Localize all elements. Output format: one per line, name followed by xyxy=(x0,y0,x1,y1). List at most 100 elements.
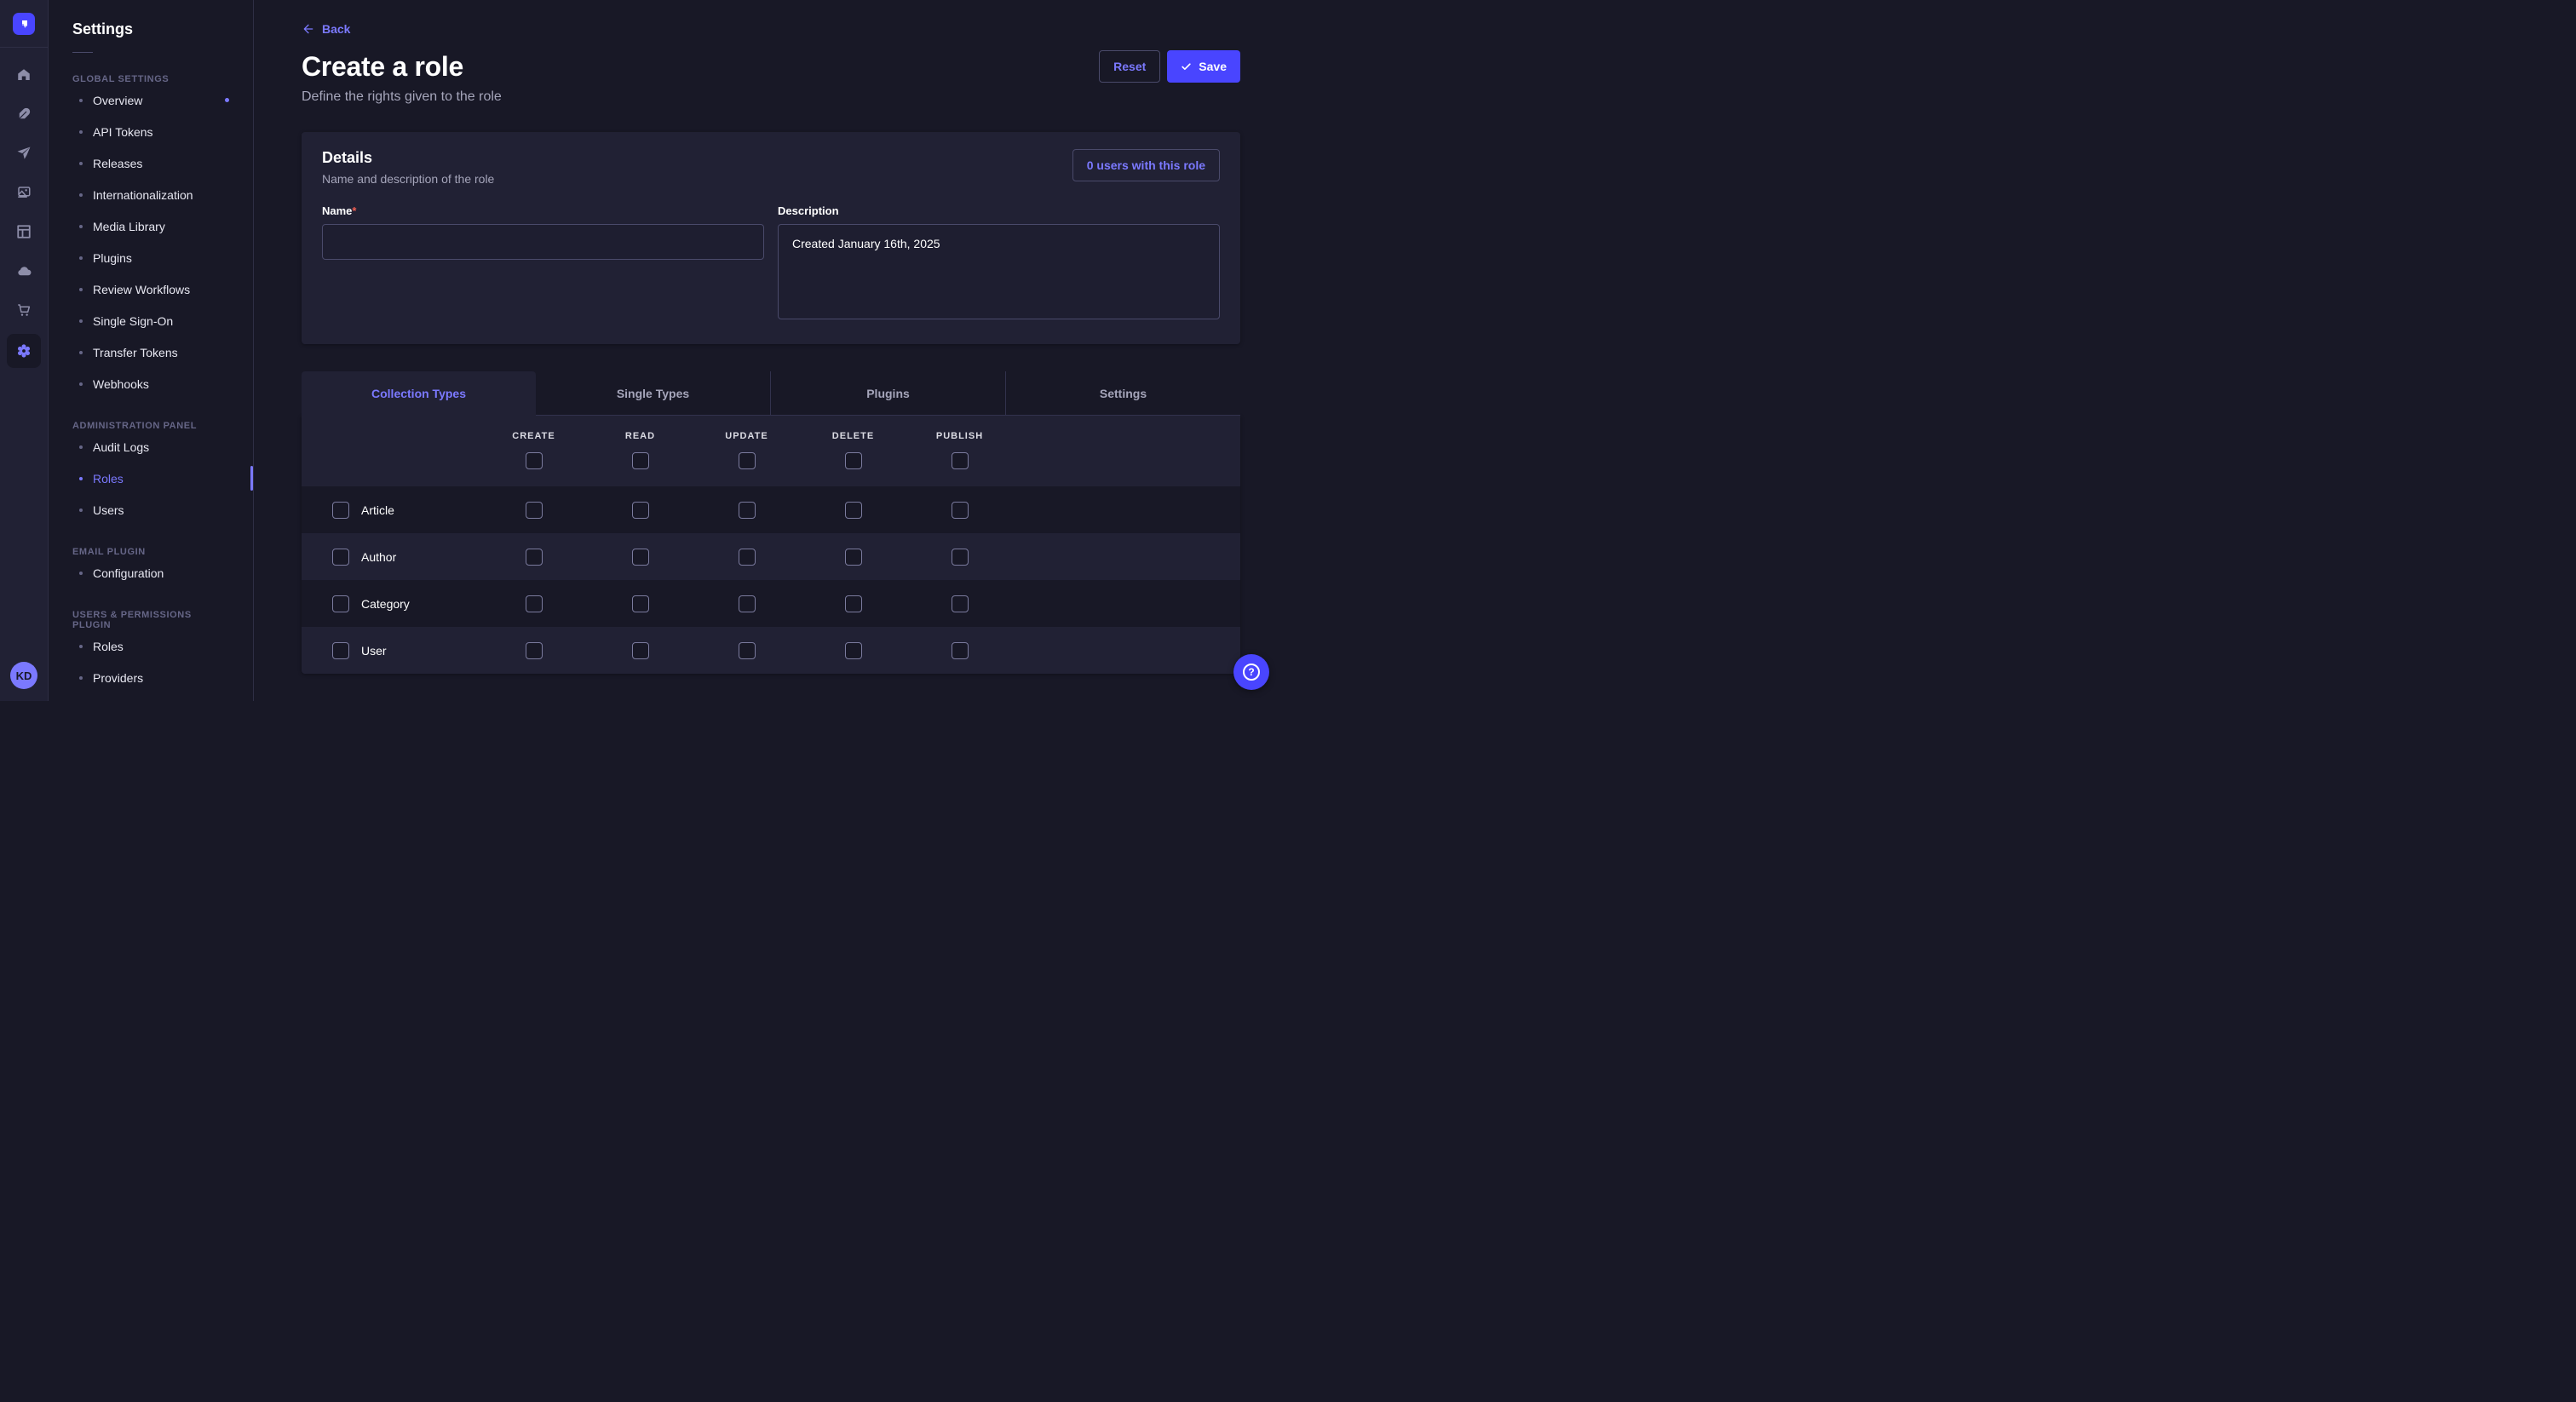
sidebar-item-label: API Tokens xyxy=(93,125,153,139)
cloud-icon xyxy=(16,263,32,279)
bullet-icon xyxy=(79,445,83,449)
select-all-update-checkbox[interactable] xyxy=(739,452,756,469)
gear-icon xyxy=(15,342,32,359)
user-avatar[interactable]: KD xyxy=(10,662,37,689)
user-update-checkbox[interactable] xyxy=(739,642,756,659)
rail-item-layout-icon[interactable] xyxy=(7,216,41,247)
sidebar-item-internationalization[interactable]: Internationalization xyxy=(49,179,253,210)
tab-single-types[interactable]: Single Types xyxy=(536,371,770,416)
back-link[interactable]: Back xyxy=(302,22,350,36)
permissions-section: Collection TypesSingle TypesPluginsSetti… xyxy=(302,371,1240,674)
article-read-checkbox[interactable] xyxy=(632,502,649,519)
row-select-article-checkbox[interactable] xyxy=(332,502,349,519)
sidebar-item-roles[interactable]: Roles xyxy=(49,630,253,662)
settings-subnav: Settings GLOBAL SETTINGSOverviewAPI Toke… xyxy=(49,0,254,701)
sidebar-item-webhooks[interactable]: Webhooks xyxy=(49,368,253,399)
sidebar-item-label: Overview xyxy=(93,94,142,107)
back-label: Back xyxy=(322,22,350,36)
help-button[interactable]: ? xyxy=(1233,654,1269,690)
sidebar-item-single-sign-on[interactable]: Single Sign-On xyxy=(49,305,253,336)
save-button[interactable]: Save xyxy=(1167,50,1240,83)
sidebar-item-review-workflows[interactable]: Review Workflows xyxy=(49,273,253,305)
select-all-delete-checkbox[interactable] xyxy=(845,452,862,469)
column-header-read: READ xyxy=(587,431,693,441)
sidebar-item-overview[interactable]: Overview xyxy=(49,84,253,116)
category-delete-checkbox[interactable] xyxy=(845,595,862,612)
row-select-user-checkbox[interactable] xyxy=(332,642,349,659)
sidebar-item-audit-logs[interactable]: Audit Logs xyxy=(49,431,253,463)
description-label: Description xyxy=(778,204,1220,217)
sidebar-item-providers[interactable]: Providers xyxy=(49,662,253,693)
user-publish-checkbox[interactable] xyxy=(952,642,969,659)
sidebar-item-api-tokens[interactable]: API Tokens xyxy=(49,116,253,147)
bullet-icon xyxy=(79,509,83,512)
sidebar-item-label: Users xyxy=(93,503,124,517)
rail-item-send-icon[interactable] xyxy=(7,138,41,169)
title-row: Create a role Reset Save xyxy=(302,50,1240,83)
sidebar-item-releases[interactable]: Releases xyxy=(49,147,253,179)
author-delete-checkbox[interactable] xyxy=(845,549,862,566)
permission-row-article: Article xyxy=(302,486,1240,533)
sidebar-item-users[interactable]: Users xyxy=(49,494,253,526)
page-subtitle: Define the rights given to the role xyxy=(302,89,1240,105)
tab-settings[interactable]: Settings xyxy=(1005,371,1240,416)
bullet-icon xyxy=(79,319,83,323)
sidebar-item-media-library[interactable]: Media Library xyxy=(49,210,253,242)
tab-collection-types[interactable]: Collection Types xyxy=(302,371,536,416)
article-update-checkbox[interactable] xyxy=(739,502,756,519)
column-header-update: UPDATE xyxy=(693,431,800,441)
strapi-admin-app: KD Settings GLOBAL SETTINGSOverviewAPI T… xyxy=(0,0,1288,701)
sidebar-item-transfer-tokens[interactable]: Transfer Tokens xyxy=(49,336,253,368)
sidebar-item-configuration[interactable]: Configuration xyxy=(49,557,253,589)
article-publish-checkbox[interactable] xyxy=(952,502,969,519)
row-select-category-checkbox[interactable] xyxy=(332,595,349,612)
author-publish-checkbox[interactable] xyxy=(952,549,969,566)
author-update-checkbox[interactable] xyxy=(739,549,756,566)
description-textarea[interactable]: Created January 16th, 2025 xyxy=(778,224,1220,319)
rail-item-cloud-icon[interactable] xyxy=(7,256,41,286)
user-delete-checkbox[interactable] xyxy=(845,642,862,659)
tab-plugins[interactable]: Plugins xyxy=(770,371,1005,416)
sidebar-item-plugins[interactable]: Plugins xyxy=(49,242,253,273)
rail-item-media-library-icon[interactable] xyxy=(7,177,41,208)
user-create-checkbox[interactable] xyxy=(526,642,543,659)
category-read-checkbox[interactable] xyxy=(632,595,649,612)
reset-button[interactable]: Reset xyxy=(1099,50,1160,83)
select-all-read-checkbox[interactable] xyxy=(632,452,649,469)
section-label: ADMINISTRATION PANEL xyxy=(49,421,253,431)
bullet-icon xyxy=(79,645,83,648)
sidebar-item-roles[interactable]: Roles xyxy=(49,463,253,494)
rail-item-cart-icon[interactable] xyxy=(7,295,41,325)
check-icon xyxy=(1181,61,1192,72)
rail-item-feather-icon[interactable] xyxy=(7,99,41,129)
category-update-checkbox[interactable] xyxy=(739,595,756,612)
page-title: Create a role xyxy=(302,51,463,83)
author-create-checkbox[interactable] xyxy=(526,549,543,566)
select-all-publish-checkbox[interactable] xyxy=(952,452,969,469)
row-label: Article xyxy=(361,503,394,517)
bullet-icon xyxy=(79,477,83,480)
strapi-logo-icon[interactable] xyxy=(13,13,35,35)
name-label: Name* xyxy=(322,204,764,217)
rail-item-gear-icon[interactable] xyxy=(7,334,41,368)
row-select-author-checkbox[interactable] xyxy=(332,549,349,566)
details-title: Details xyxy=(322,149,494,167)
permissions-table-header: CREATEREADUPDATEDELETEPUBLISH xyxy=(302,416,1240,486)
sidebar-item-label: Webhooks xyxy=(93,377,149,391)
category-publish-checkbox[interactable] xyxy=(952,595,969,612)
article-create-checkbox[interactable] xyxy=(526,502,543,519)
category-create-checkbox[interactable] xyxy=(526,595,543,612)
users-with-role-button[interactable]: 0 users with this role xyxy=(1072,149,1220,181)
name-input[interactable] xyxy=(322,224,764,260)
sidebar-item-label: Releases xyxy=(93,157,142,170)
user-read-checkbox[interactable] xyxy=(632,642,649,659)
help-icon: ? xyxy=(1243,664,1260,681)
description-field-group: Description Created January 16th, 2025 xyxy=(778,204,1220,324)
select-all-create-checkbox[interactable] xyxy=(526,452,543,469)
bullet-icon xyxy=(79,288,83,291)
author-read-checkbox[interactable] xyxy=(632,549,649,566)
bullet-icon xyxy=(79,382,83,386)
sidebar-item-label: Plugins xyxy=(93,251,132,265)
rail-item-home-icon[interactable] xyxy=(7,60,41,90)
article-delete-checkbox[interactable] xyxy=(845,502,862,519)
